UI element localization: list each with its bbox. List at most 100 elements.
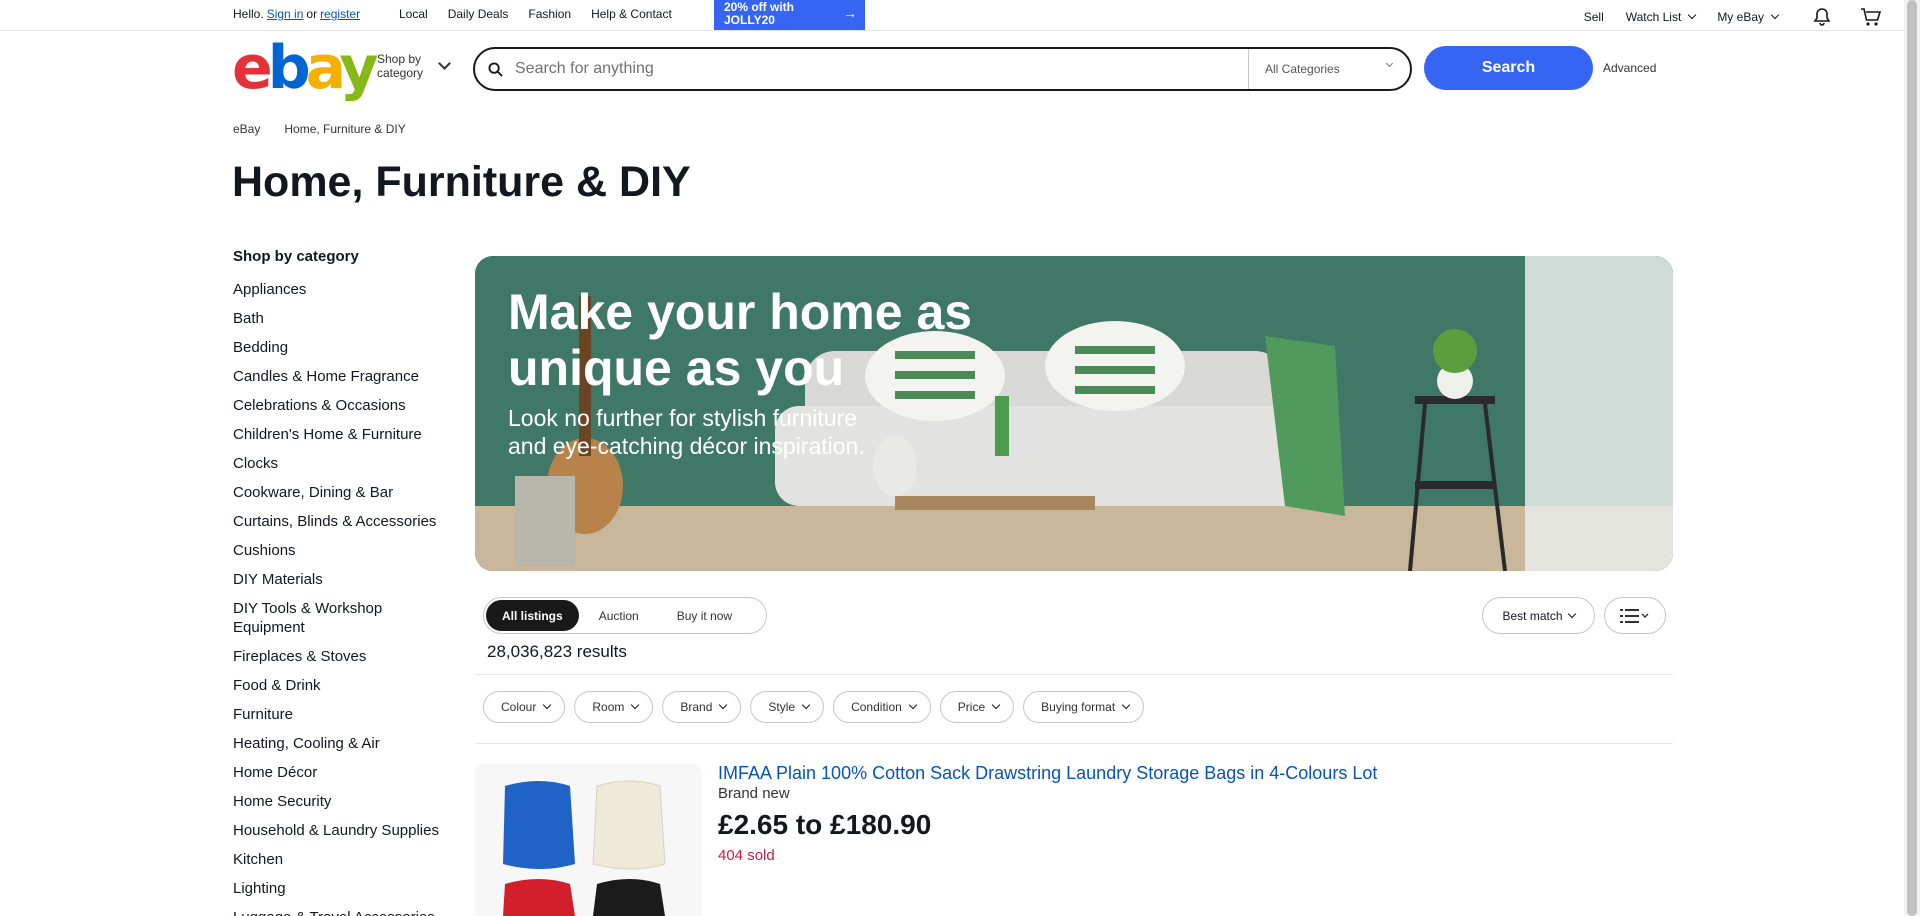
nav-daily-deals[interactable]: Daily Deals <box>448 7 509 21</box>
shop-by-category-button[interactable]: Shop by category <box>377 52 423 80</box>
chevron-down-icon <box>991 700 1001 710</box>
sort-label: Best match <box>1502 608 1563 623</box>
sidebar-heading: Shop by category <box>233 248 359 265</box>
category-select-value: All Categories <box>1265 62 1340 76</box>
promo-line2: JOLLY20 <box>724 13 775 27</box>
page-title: Home, Furniture & DIY <box>232 158 691 206</box>
chevron-down-icon <box>438 57 451 70</box>
search-button[interactable]: Search <box>1424 46 1593 90</box>
search-input[interactable] <box>515 60 1248 78</box>
filter-price[interactable]: Price <box>939 691 1015 723</box>
category-select[interactable]: All Categories <box>1248 49 1410 89</box>
listing-sold-count: 404 sold <box>718 847 775 864</box>
greeting: Hello. Sign in or register <box>233 7 363 21</box>
nav-local[interactable]: Local <box>399 7 428 21</box>
ebay-logo[interactable]: ebay <box>232 38 378 98</box>
page-scrollbar[interactable] <box>1904 0 1920 916</box>
sidebar-item-lighting[interactable]: Lighting <box>233 879 453 898</box>
results-count: 28,036,823 results <box>487 642 627 661</box>
cart-button[interactable] <box>1860 7 1882 27</box>
sidebar-item-diy-materials[interactable]: DIY Materials <box>233 570 453 589</box>
promo-banner[interactable]: 20% off with JOLLY20 → <box>714 0 865 30</box>
chevron-down-icon <box>1770 10 1780 20</box>
or-text: or <box>306 7 318 21</box>
sidebar-item-kitchen[interactable]: Kitchen <box>233 850 453 869</box>
sidebar-item-diy-tools[interactable]: DIY Tools & Workshop Equipment <box>233 599 453 637</box>
search-icon <box>475 61 515 77</box>
sort-dropdown[interactable]: Best match <box>1482 597 1595 634</box>
list-view-icon <box>1620 608 1649 623</box>
sidebar-item-clocks[interactable]: Clocks <box>233 454 453 473</box>
filter-condition[interactable]: Condition <box>833 691 931 723</box>
watch-list-menu[interactable]: Watch List <box>1625 10 1697 24</box>
hero-banner[interactable]: Make your home as unique as you Look no … <box>475 256 1673 571</box>
listing-image[interactable] <box>475 764 702 916</box>
cart-icon <box>1861 8 1882 26</box>
search-bar: All Categories <box>473 47 1412 91</box>
sidebar-item-luggage[interactable]: Luggage & Travel Accessories <box>233 908 453 916</box>
shop-by-line1: Shop by <box>377 52 422 66</box>
breadcrumb-current: Home, Furniture & DIY <box>284 122 406 136</box>
sidebar-item-fireplaces[interactable]: Fireplaces & Stoves <box>233 647 453 666</box>
chevron-down-icon <box>1567 609 1576 618</box>
sidebar-item-celebrations[interactable]: Celebrations & Occasions <box>233 396 453 415</box>
arrow-right-icon: → <box>843 5 857 21</box>
filter-buying-format[interactable]: Buying format <box>1023 691 1145 723</box>
chevron-down-icon <box>1121 700 1131 710</box>
notifications-button[interactable] <box>1812 7 1832 27</box>
my-ebay-menu[interactable]: My eBay <box>1717 10 1780 24</box>
register-link[interactable]: register <box>320 7 360 21</box>
sidebar-item-home-security[interactable]: Home Security <box>233 792 453 811</box>
sidebar-item-household[interactable]: Household & Laundry Supplies <box>233 821 453 840</box>
advanced-search-link[interactable]: Advanced <box>1603 61 1656 75</box>
tab-all-listings[interactable]: All listings <box>486 600 579 631</box>
divider <box>475 743 1673 744</box>
sidebar-item-curtains[interactable]: Curtains, Blinds & Accessories <box>233 512 453 531</box>
filter-style[interactable]: Style <box>750 691 825 723</box>
sidebar-item-bedding[interactable]: Bedding <box>233 338 453 357</box>
sell-link[interactable]: Sell <box>1584 10 1604 24</box>
bell-icon <box>1813 8 1831 26</box>
sidebar-item-cushions[interactable]: Cushions <box>233 541 453 560</box>
laundry-bags-image <box>475 764 702 916</box>
chevron-down-icon <box>543 700 552 710</box>
chevron-down-icon <box>1688 10 1697 20</box>
sidebar-item-candles[interactable]: Candles & Home Fragrance <box>233 367 453 386</box>
chevron-down-icon <box>631 700 640 710</box>
chevron-down-icon <box>908 700 918 710</box>
category-sidebar: Shop by category Appliances Bath Bedding… <box>233 248 453 916</box>
divider <box>475 674 1673 675</box>
filter-room[interactable]: Room <box>574 691 654 723</box>
top-right-menu: Sell Watch List My eBay <box>1562 7 1904 27</box>
sign-in-link[interactable]: Sign in <box>267 7 304 21</box>
chevron-down-icon <box>719 700 728 710</box>
breadcrumb-ebay[interactable]: eBay <box>233 122 260 136</box>
filter-brand[interactable]: Brand <box>662 691 742 723</box>
sidebar-item-childrens-home[interactable]: Children's Home & Furniture <box>233 425 453 444</box>
tab-buy-it-now[interactable]: Buy it now <box>659 600 750 631</box>
listing-price: £2.65 to £180.90 <box>718 809 932 840</box>
sidebar-item-food-drink[interactable]: Food & Drink <box>233 676 453 695</box>
nav-fashion[interactable]: Fashion <box>528 7 571 21</box>
sidebar-item-furniture[interactable]: Furniture <box>233 705 453 724</box>
chevron-down-icon <box>801 700 811 710</box>
top-utility-bar: Hello. Sign in or register Local Daily D… <box>0 0 1904 31</box>
filter-colour[interactable]: Colour <box>483 691 566 723</box>
sidebar-item-home-decor[interactable]: Home Décor <box>233 763 453 782</box>
view-toggle-button[interactable] <box>1604 597 1666 634</box>
top-nav-links: Local Daily Deals Fashion Help & Contact <box>399 7 672 21</box>
sidebar-item-cookware[interactable]: Cookware, Dining & Bar <box>233 483 453 502</box>
sidebar-item-appliances[interactable]: Appliances <box>233 280 453 299</box>
sidebar-item-bath[interactable]: Bath <box>233 309 453 328</box>
listing-condition: Brand new <box>718 785 790 802</box>
shop-by-line2: category <box>377 66 424 80</box>
watch-list-label: Watch List <box>1625 10 1682 24</box>
listing-type-tabs: All listings Auction Buy it now <box>483 597 767 634</box>
breadcrumb: eBay Home, Furniture & DIY <box>233 122 406 136</box>
chevron-down-icon <box>1385 59 1394 68</box>
listing-title[interactable]: IMFAA Plain 100% Cotton Sack Drawstring … <box>718 763 1377 784</box>
sidebar-item-heating[interactable]: Heating, Cooling & Air <box>233 734 453 753</box>
scrollbar-thumb[interactable] <box>1907 0 1917 916</box>
tab-auction[interactable]: Auction <box>579 600 659 631</box>
nav-help-contact[interactable]: Help & Contact <box>591 7 672 21</box>
